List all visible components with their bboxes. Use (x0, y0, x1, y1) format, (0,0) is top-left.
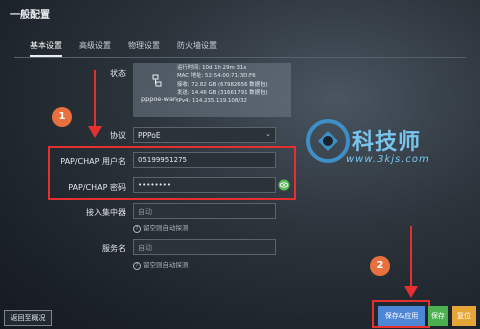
status-label: 状态 (110, 69, 126, 78)
arrow-down-icon (404, 286, 418, 298)
tab-advanced[interactable]: 高级设置 (79, 40, 111, 57)
status-line-tx: 发送: 14.46 GB (31661791 数据包) (177, 89, 268, 96)
service-label: 服务名 (102, 244, 126, 253)
status-line-rx: 接收: 72.82 GB (67982656 数据包) (177, 81, 268, 88)
watermark-title: 科技师 (352, 130, 422, 155)
status-line-mac: MAC 地址: 52:54:00:71:3D:F6 (177, 73, 256, 80)
protocol-select[interactable]: PPPoE ⌄ (133, 127, 276, 143)
status-details: 运行时间: 10d 1h 29m 31s MAC 地址: 52:54:00:71… (177, 64, 268, 105)
concentrator-label: 接入集中器 (86, 208, 126, 217)
tab-divider (14, 57, 466, 58)
tab-firewall[interactable]: 防火墙设置 (177, 40, 217, 57)
status-line-uptime: 运行时间: 10d 1h 29m 31s (177, 65, 247, 71)
help-icon: ? (133, 262, 141, 270)
tab-bar: 基本设置 高级设置 物理设置 防火墙设置 (30, 40, 234, 57)
save-button[interactable]: 保存 (428, 306, 448, 326)
service-input[interactable]: 自动 (133, 239, 276, 255)
arrow-2-shaft (410, 226, 412, 288)
concentrator-hint-text: 留空则自动探测 (143, 224, 189, 232)
network-icon (152, 74, 162, 87)
watermark-logo-icon (306, 119, 350, 163)
help-icon: ? (133, 225, 141, 233)
concentrator-input[interactable]: 自动 (133, 203, 276, 219)
arrow-1-shaft (94, 70, 96, 128)
chevron-down-icon: ⌄ (265, 130, 271, 138)
step-badge-1: 1 (52, 107, 72, 127)
page-title: 一般配置 (10, 10, 50, 21)
highlight-box-credentials (48, 146, 296, 200)
protocol-label: 协议 (110, 131, 126, 140)
save-apply-button[interactable]: 保存&应用 (378, 306, 425, 326)
concentrator-hint: ? 留空则自动探测 (133, 222, 189, 233)
interface-name: pppoe-wan (140, 95, 178, 103)
status-line-ipv4: IPv4: 114.235.119.108/32 (177, 98, 247, 105)
protocol-value: PPPoE (138, 131, 161, 140)
step-badge-2: 2 (370, 256, 390, 276)
tab-basic[interactable]: 基本设置 (30, 40, 62, 57)
tab-physical[interactable]: 物理设置 (128, 40, 160, 57)
service-hint: ? 留空则自动探测 (133, 259, 189, 270)
reset-button[interactable]: 复位 (452, 306, 476, 326)
watermark-url: www.3kjs.com (346, 154, 430, 165)
service-hint-text: 留空则自动探测 (143, 261, 189, 269)
arrow-down-icon (88, 126, 102, 138)
back-to-overview-button[interactable]: 返回至概况 (4, 310, 52, 326)
